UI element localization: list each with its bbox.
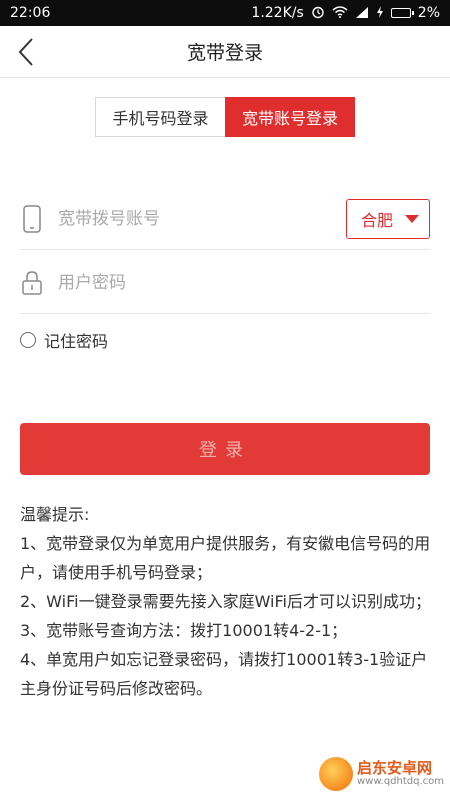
back-button[interactable] (8, 34, 44, 70)
password-row (20, 252, 430, 314)
watermark-title: 启东安卓网 (357, 758, 433, 777)
caret-down-icon (405, 214, 419, 223)
header: 宽带登录 (0, 26, 450, 78)
battery-level: 2% (417, 5, 440, 21)
phone-icon (20, 204, 44, 233)
password-input[interactable] (58, 272, 430, 293)
tips-title: 温馨提示: (20, 505, 90, 524)
account-input[interactable] (58, 208, 346, 229)
login-button[interactable]: 登录 (20, 423, 430, 475)
signal-icon (355, 6, 369, 21)
charging-icon (376, 5, 384, 21)
watermark: 启东安卓网 www.qdhtdq.com (319, 757, 444, 791)
watermark-url: www.qdhtdq.com (357, 775, 444, 787)
status-bar: 22:06 1.22K/s 2% (0, 0, 450, 26)
lock-icon (20, 270, 44, 296)
wifi-icon (332, 5, 348, 21)
tips-item-2: 2、WiFi一键登录需要先接入家庭WiFi后才可以识别成功； (20, 592, 431, 611)
battery-icon (390, 8, 414, 18)
tips-item-3: 3、宽带账号查询方法：拨打10001转4-2-1； (20, 621, 348, 640)
login-mode-tabs: 手机号码登录 宽带账号登录 (95, 97, 355, 137)
tips-item-4: 4、单宽用户如忘记登录密码，请拨打10001转3-1验证户主身份证号码后修改密码… (20, 650, 428, 698)
remember-password-option[interactable]: 记住密码 (20, 326, 108, 354)
account-row: 合肥 (20, 188, 430, 250)
tips-section: 温馨提示: 1、宽带登录仅为单宽用户提供服务，有安徽电信号码的用户，请使用手机号… (20, 500, 435, 703)
watermark-logo-icon (319, 757, 354, 791)
watermark-text: 启东安卓网 www.qdhtdq.com (357, 758, 444, 787)
city-value: 合肥 (361, 210, 394, 230)
remember-radio[interactable] (20, 332, 36, 348)
tab-broadband-login[interactable]: 宽带账号登录 (225, 97, 355, 137)
status-indicators: 1.22K/s 2% (251, 5, 440, 22)
city-dropdown[interactable]: 合肥 (346, 198, 430, 239)
chevron-left-icon (18, 38, 33, 66)
network-speed: 1.22K/s (251, 5, 304, 21)
alarm-icon (311, 5, 325, 22)
tab-phone-login[interactable]: 手机号码登录 (95, 97, 225, 137)
status-time: 22:06 (10, 5, 51, 21)
page-title: 宽带登录 (186, 42, 263, 64)
tips-item-1: 1、宽带登录仅为单宽用户提供服务，有安徽电信号码的用户，请使用手机号码登录； (20, 534, 431, 582)
remember-label: 记住密码 (44, 332, 109, 351)
